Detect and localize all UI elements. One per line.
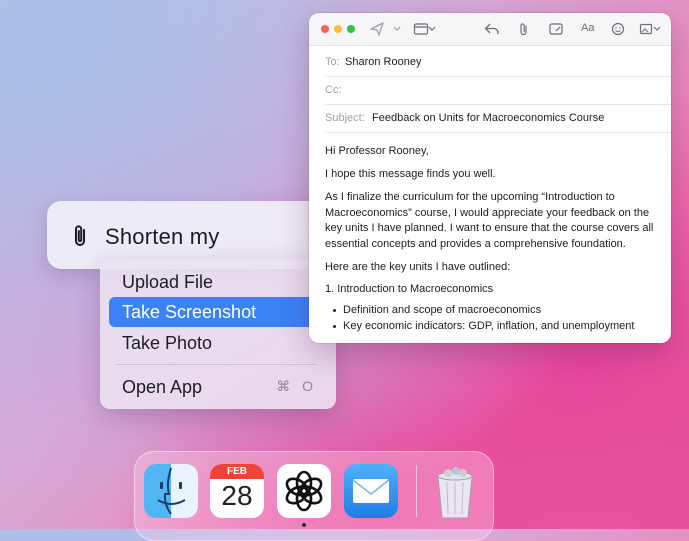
- format-button[interactable]: Aa: [581, 22, 594, 34]
- calendar-month: FEB: [227, 466, 247, 477]
- menu-item-label: Upload File: [122, 272, 214, 292]
- header-fields-icon[interactable]: [413, 22, 429, 36]
- to-value[interactable]: Sharon Rooney: [345, 56, 421, 68]
- subject-label: Subject:: [325, 112, 365, 124]
- calendar-day: 28: [221, 480, 253, 511]
- bullet-dot: [333, 325, 336, 328]
- body-line[interactable]: I hope this message finds you well.: [325, 167, 661, 183]
- dock-divider: [416, 465, 417, 517]
- calendar-app-icon[interactable]: FEB 28: [210, 464, 264, 518]
- reply-icon[interactable]: [484, 22, 500, 36]
- unit-title[interactable]: 1. Introduction to Macroeconomics: [325, 282, 661, 298]
- send-icon[interactable]: [369, 22, 385, 36]
- trash-app-icon[interactable]: [428, 464, 482, 519]
- menu-item-label: Take Screenshot: [122, 302, 257, 322]
- chevron-down-icon[interactable]: [428, 22, 436, 36]
- menu-item-label: Open App: [122, 377, 203, 397]
- menu-item-take-photo[interactable]: Take Photo: [109, 328, 327, 358]
- mail-toolbar: Aa: [309, 13, 671, 46]
- zoom-window-button[interactable]: [347, 25, 355, 33]
- minimize-window-button[interactable]: [334, 25, 342, 33]
- subject-value[interactable]: Feedback on Units for Macroeconomics Cou…: [372, 112, 604, 124]
- unit-bullet[interactable]: Definition and scope of macroeconomics: [333, 304, 542, 316]
- chatgpt-logo-icon: [285, 470, 323, 512]
- bullet-text: Definition and scope of macroeconomics: [343, 304, 542, 316]
- bullet-text: Key economic indicators: GDP, inflation,…: [343, 320, 635, 332]
- keyboard-shortcut: ⌘ O: [276, 378, 317, 394]
- chatgpt-app-icon[interactable]: [277, 464, 331, 518]
- attach-menu: Upload File Take Screenshot Take Photo O…: [100, 259, 336, 409]
- dock: FEB 28: [134, 451, 494, 541]
- assistant-prompt-text[interactable]: Shorten my: [105, 224, 220, 250]
- finder-face-icon: [157, 467, 186, 515]
- bullet-dot: [333, 309, 336, 312]
- menu-divider: [116, 364, 316, 365]
- attachment-icon[interactable]: [516, 22, 532, 36]
- chevron-down-icon[interactable]: [393, 22, 401, 36]
- close-window-button[interactable]: [321, 25, 329, 33]
- to-field[interactable]: To: Sharon Rooney: [325, 48, 671, 77]
- body-paragraph[interactable]: As I finalize the curriculum for the upc…: [325, 190, 661, 252]
- unit-bullet[interactable]: Key economic indicators: GDP, inflation,…: [333, 320, 635, 332]
- subject-field[interactable]: Subject: Feedback on Units for Macroecon…: [325, 104, 671, 133]
- mail-app-icon[interactable]: [344, 464, 398, 518]
- body-greeting[interactable]: Hi Professor Rooney,: [325, 144, 661, 160]
- mail-compose-window: Aa To: Sharon Rooney Cc: Subject: Feedba…: [309, 13, 671, 343]
- emoji-icon[interactable]: [610, 22, 626, 36]
- to-label: To:: [325, 56, 340, 68]
- running-indicator: [302, 523, 306, 527]
- menu-item-upload-file[interactable]: Upload File: [109, 267, 327, 297]
- chevron-down-icon[interactable]: [653, 22, 661, 36]
- menu-item-open-app[interactable]: Open App ⌘ O: [109, 372, 327, 402]
- cc-field[interactable]: Cc:: [325, 76, 671, 105]
- envelope-icon: [352, 479, 390, 503]
- paperclip-icon[interactable]: [69, 223, 91, 249]
- cc-label: Cc:: [325, 84, 342, 96]
- body-units-intro[interactable]: Here are the key units I have outlined:: [325, 260, 661, 276]
- trash-icon: [437, 467, 473, 519]
- markup-icon[interactable]: [548, 22, 564, 36]
- menu-item-label: Take Photo: [122, 333, 213, 353]
- menu-item-take-screenshot[interactable]: Take Screenshot: [109, 297, 327, 327]
- finder-app-icon[interactable]: [144, 464, 198, 518]
